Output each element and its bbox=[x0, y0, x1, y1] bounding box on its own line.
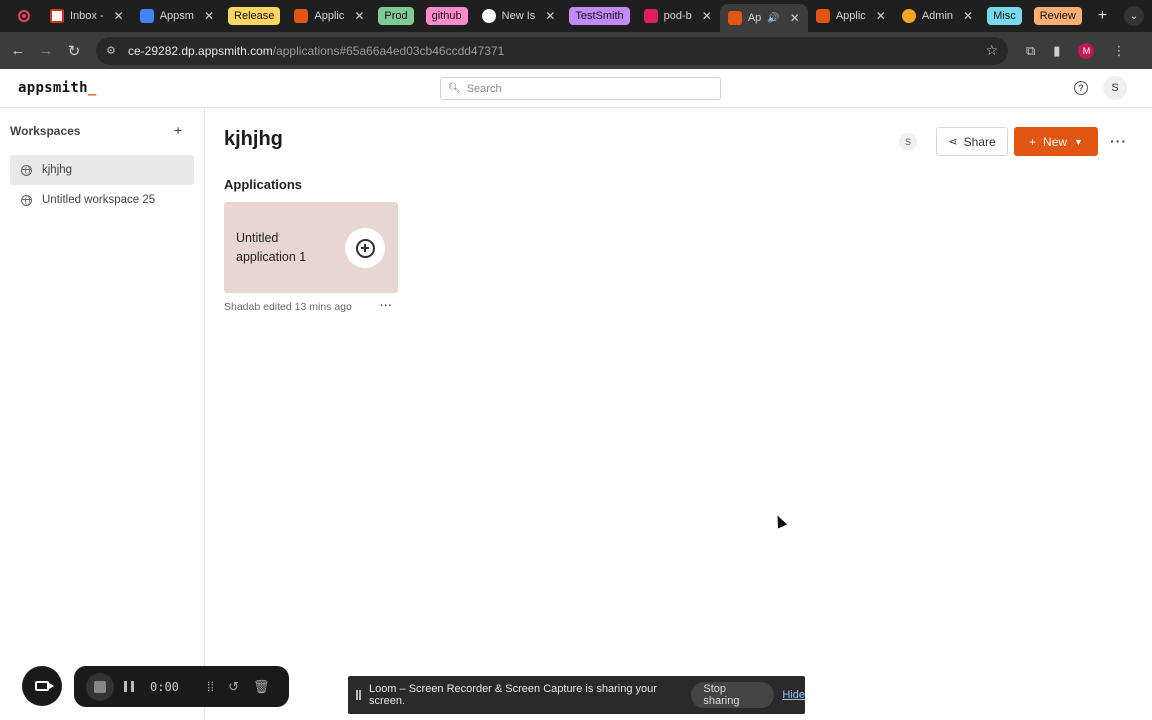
restart-icon[interactable]: ↺ bbox=[228, 679, 239, 695]
tab-search-icon[interactable]: ⌄ bbox=[1124, 6, 1144, 26]
calendar-icon bbox=[139, 9, 154, 23]
share-button[interactable]: ⋖ Share bbox=[936, 127, 1008, 156]
app-edited-meta: Shadab edited 13 mins ago bbox=[224, 301, 352, 313]
tab-new-issue[interactable]: New Is ✕ bbox=[474, 4, 564, 28]
tab-active-app[interactable]: Ap 🔊 ✕ bbox=[719, 4, 808, 32]
screen-share-banner: Loom – Screen Recorder & Screen Capture … bbox=[348, 676, 805, 714]
search-input[interactable]: 🔍︎ Search bbox=[440, 77, 721, 100]
close-tab-icon[interactable]: ✕ bbox=[702, 9, 712, 23]
drag-handle-icon[interactable] bbox=[356, 690, 361, 700]
tab-group-github[interactable]: github bbox=[425, 7, 468, 25]
globe-icon bbox=[21, 164, 32, 176]
stop-icon bbox=[94, 680, 106, 693]
url-host: ce-29282.dp.appsmith.com bbox=[128, 43, 273, 58]
sidebar-title: Workspaces bbox=[10, 124, 81, 138]
page-title: kjhjhg bbox=[224, 128, 283, 150]
add-workspace-icon[interactable]: + bbox=[174, 122, 182, 138]
chevron-down-icon: ▼ bbox=[1074, 136, 1083, 147]
mouse-pointer-icon bbox=[772, 513, 788, 529]
stop-sharing-button[interactable]: Stop sharing bbox=[691, 682, 775, 708]
sidebar-item-kjhjhg[interactable]: kjhjhg bbox=[10, 155, 194, 185]
new-button[interactable]: + New ▼ bbox=[1014, 127, 1098, 156]
close-tab-icon[interactable]: ✕ bbox=[114, 9, 124, 23]
appsmith-logo[interactable]: appsmith_ bbox=[18, 80, 97, 96]
profile-avatar[interactable]: M bbox=[1078, 42, 1095, 59]
tab-group-testsmith[interactable]: TestSmith bbox=[569, 7, 630, 25]
stop-recording-button[interactable] bbox=[86, 672, 114, 701]
camera-icon bbox=[35, 681, 54, 691]
gmail-icon bbox=[50, 9, 64, 23]
appsmith-icon bbox=[294, 9, 309, 23]
back-icon[interactable]: ← bbox=[4, 42, 32, 59]
help-icon[interactable]: ? bbox=[1074, 81, 1088, 95]
open-app-button[interactable] bbox=[345, 228, 385, 268]
loom-recording-controls: 0:00 ⁞⁞ ↺ 🗑︎ bbox=[74, 666, 289, 707]
appsmith-icon bbox=[727, 11, 742, 25]
browser-menu-icon[interactable]: ⋮ bbox=[1112, 43, 1125, 59]
side-panel-icon[interactable]: ▮ bbox=[1053, 43, 1060, 59]
tab-pod[interactable]: pod-b ✕ bbox=[636, 4, 720, 28]
tab-group-misc[interactable]: Misc bbox=[987, 7, 1022, 25]
pause-icon[interactable] bbox=[124, 681, 134, 692]
hide-link[interactable]: Hide bbox=[782, 689, 805, 701]
tab-appsm[interactable]: Appsm ✕ bbox=[132, 4, 222, 28]
app-more-icon[interactable]: ··· bbox=[380, 300, 393, 312]
reload-icon[interactable]: ↻ bbox=[60, 42, 88, 60]
tab-group-review[interactable]: Review bbox=[1033, 7, 1082, 25]
url-path: /applications#65a66a4ed03cb46ccdd47371 bbox=[272, 43, 505, 58]
workspaces-sidebar: Workspaces + kjhjhg Untitled workspace 2… bbox=[0, 108, 205, 720]
close-tab-icon[interactable]: ✕ bbox=[963, 9, 973, 23]
close-tab-icon[interactable]: ✕ bbox=[354, 9, 364, 23]
new-tab-icon[interactable]: + bbox=[1098, 7, 1107, 25]
avatar[interactable]: S bbox=[1103, 76, 1127, 100]
recording-indicator-icon bbox=[18, 10, 30, 22]
share-icon: ⋖ bbox=[948, 136, 958, 148]
plus-circle-icon bbox=[355, 238, 375, 258]
loom-camera-button[interactable] bbox=[22, 666, 62, 706]
forward-icon[interactable]: → bbox=[32, 42, 60, 59]
workspace-more-icon[interactable]: ··· bbox=[1110, 133, 1127, 149]
url-field[interactable]: ⚙ ce-29282.dp.appsmith.com/applications#… bbox=[96, 36, 1008, 65]
github-icon bbox=[481, 9, 496, 23]
tab-applic-2[interactable]: Applic ✕ bbox=[808, 4, 894, 28]
recording-timer: 0:00 bbox=[150, 679, 179, 694]
tab-admin[interactable]: Admin ✕ bbox=[894, 4, 981, 28]
sidebar-item-label: Untitled workspace 25 bbox=[42, 194, 156, 206]
plus-icon: + bbox=[1029, 134, 1037, 149]
admin-icon bbox=[901, 9, 916, 23]
close-tab-icon[interactable]: ✕ bbox=[790, 11, 800, 25]
browser-tab-strip: Inbox - ✕ Appsm ✕ Release Applic ✕ Prod git… bbox=[0, 0, 1152, 32]
app-name: Untitled application 1 bbox=[236, 231, 307, 264]
tab-group-prod[interactable]: Prod bbox=[378, 7, 414, 25]
app-header: appsmith_ 🔍︎ Search ? S bbox=[0, 69, 1152, 108]
tab-inbox[interactable]: Inbox - ✕ bbox=[42, 4, 132, 28]
trash-icon[interactable]: 🗑︎ bbox=[253, 679, 270, 695]
globe-icon bbox=[21, 194, 32, 206]
sidebar-item-label: kjhjhg bbox=[42, 164, 73, 176]
close-tab-icon[interactable]: ✕ bbox=[204, 9, 214, 23]
app-card[interactable]: Untitled application 1 bbox=[224, 202, 398, 293]
section-heading: Applications bbox=[224, 177, 303, 192]
appsmith-icon bbox=[815, 9, 830, 23]
tab-applic[interactable]: Applic ✕ bbox=[286, 4, 372, 28]
search-placeholder: Search bbox=[466, 82, 502, 95]
drag-grid-icon[interactable]: ⁞⁞ bbox=[207, 679, 214, 694]
close-tab-icon[interactable]: ✕ bbox=[545, 9, 555, 23]
extensions-icon[interactable]: ⧉ bbox=[1026, 43, 1035, 59]
sidebar-item-untitled-workspace-25[interactable]: Untitled workspace 25 bbox=[10, 185, 194, 215]
member-avatar[interactable]: S bbox=[899, 133, 917, 151]
browser-address-bar: ← → ↻ ⚙ ce-29282.dp.appsmith.com/applica… bbox=[0, 32, 1152, 69]
search-icon: 🔍︎ bbox=[448, 83, 461, 94]
site-info-icon[interactable]: ⚙ bbox=[106, 44, 120, 58]
speaker-icon[interactable]: 🔊 bbox=[767, 13, 779, 24]
tab-group-release[interactable]: Release bbox=[228, 7, 281, 25]
bookmark-star-icon[interactable]: ☆ bbox=[985, 42, 998, 59]
banner-text: Loom – Screen Recorder & Screen Capture … bbox=[368, 683, 657, 707]
slack-icon bbox=[643, 9, 658, 23]
close-tab-icon[interactable]: ✕ bbox=[876, 9, 886, 23]
